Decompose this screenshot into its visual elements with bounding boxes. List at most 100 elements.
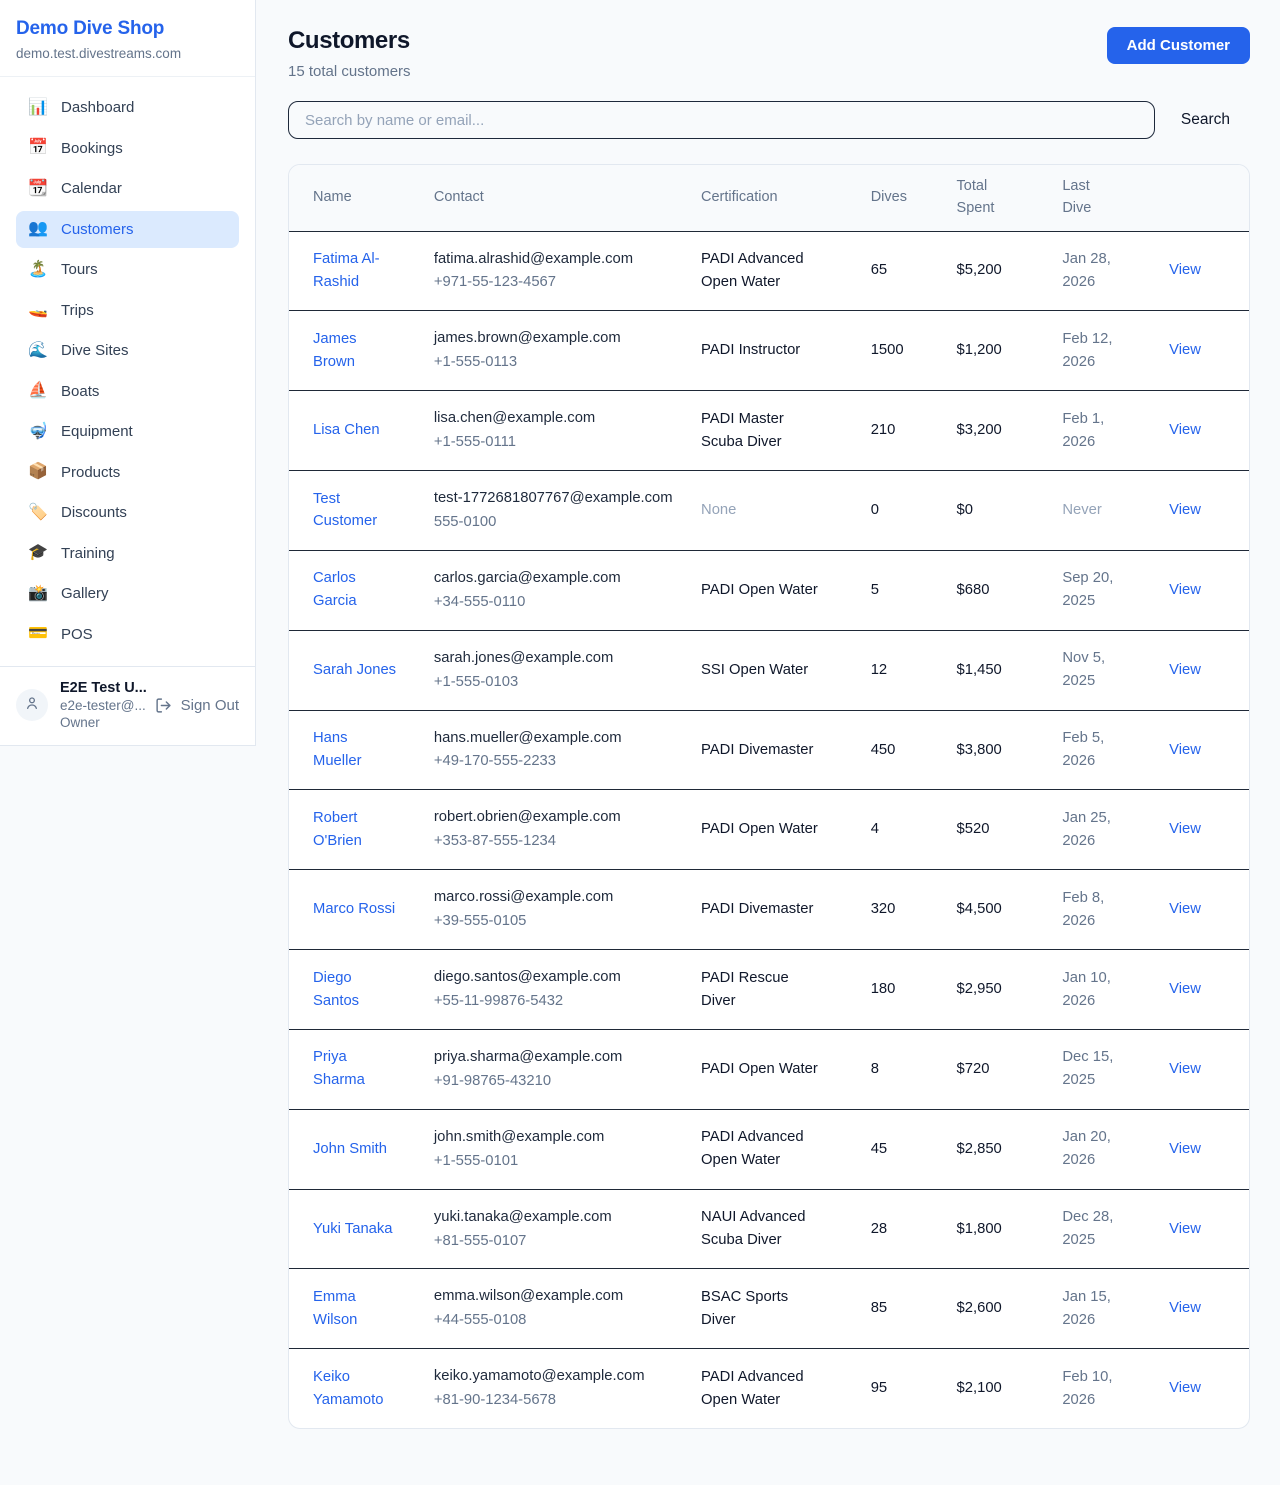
sidebar-item-label: Dive Sites [61, 341, 129, 361]
dive-sites-icon: 🌊 [28, 343, 48, 359]
view-link[interactable]: View [1169, 1300, 1201, 1316]
customer-phone: +971-55-123-4567 [434, 271, 689, 294]
customer-name-link[interactable]: Emma Wilson [313, 1286, 397, 1332]
dives-cell: 5 [871, 550, 957, 630]
sign-out-icon [155, 697, 172, 714]
view-link[interactable]: View [1169, 821, 1201, 837]
contact-cell: diego.santos@example.com +55-11-99876-54… [434, 950, 701, 1030]
customer-name-link[interactable]: Diego Santos [313, 967, 397, 1013]
customer-name-link[interactable]: John Smith [313, 1138, 387, 1161]
customer-name-link[interactable]: Keiko Yamamoto [313, 1366, 397, 1412]
search-input[interactable] [288, 101, 1155, 139]
customer-name-link[interactable]: Fatima Al-Rashid [313, 248, 397, 294]
view-link[interactable]: View [1169, 1221, 1201, 1237]
table-row: Marco Rossi marco.rossi@example.com +39-… [289, 870, 1249, 950]
column-header-contact: Contact [434, 165, 701, 231]
total-spent-cell: $2,850 [957, 1109, 1063, 1189]
sidebar-item-calendar[interactable]: 📆 Calendar [16, 170, 239, 208]
sidebar-item-label: Boats [61, 382, 99, 402]
view-link[interactable]: View [1169, 422, 1201, 438]
column-header-actions [1169, 165, 1249, 231]
dives-cell: 210 [871, 391, 957, 471]
sidebar-item-dashboard[interactable]: 📊 Dashboard [16, 89, 239, 127]
view-link[interactable]: View [1169, 1141, 1201, 1157]
add-customer-button[interactable]: Add Customer [1107, 27, 1250, 64]
customer-name-link[interactable]: Lisa Chen [313, 419, 380, 442]
sidebar-item-label: Tours [61, 260, 98, 280]
sidebar-item-equipment[interactable]: 🤿 Equipment [16, 413, 239, 451]
sidebar-item-trips[interactable]: 🚤 Trips [16, 292, 239, 330]
customer-name-link[interactable]: Robert O'Brien [313, 807, 397, 853]
gallery-icon: 📸 [28, 586, 48, 602]
customer-name-link[interactable]: Carlos Garcia [313, 567, 397, 613]
sidebar-item-label: Gallery [61, 584, 109, 604]
sidebar-item-gallery[interactable]: 📸 Gallery [16, 575, 239, 613]
sidebar-item-label: Dashboard [61, 98, 134, 118]
sidebar-item-label: Discounts [61, 503, 127, 523]
sidebar-item-label: Calendar [61, 179, 122, 199]
dives-cell: 85 [871, 1269, 957, 1349]
customer-phone: 555-0100 [434, 511, 689, 534]
total-spent-cell: $520 [957, 790, 1063, 870]
user-role: Owner [60, 715, 150, 730]
sidebar-item-discounts[interactable]: 🏷️ Discounts [16, 494, 239, 532]
customer-name-link[interactable]: Test Customer [313, 488, 397, 534]
sidebar-item-customers[interactable]: 👥 Customers [16, 211, 239, 249]
customer-phone: +1-555-0101 [434, 1150, 689, 1173]
view-link[interactable]: View [1169, 1380, 1201, 1396]
customer-name-link[interactable]: Hans Mueller [313, 727, 397, 773]
search-button[interactable]: Search [1155, 111, 1250, 129]
customers-icon: 👥 [28, 221, 48, 237]
brand-domain: demo.test.divestreams.com [16, 46, 239, 61]
view-link[interactable]: View [1169, 662, 1201, 678]
sidebar-item-label: Customers [61, 220, 134, 240]
trips-icon: 🚤 [28, 302, 48, 318]
view-link[interactable]: View [1169, 981, 1201, 997]
view-link[interactable]: View [1169, 582, 1201, 598]
user-section: E2E Test U... e2e-tester@... Owner Sign … [0, 666, 255, 745]
contact-cell: hans.mueller@example.com +49-170-555-223… [434, 710, 701, 790]
sidebar-item-training[interactable]: 🎓 Training [16, 535, 239, 573]
dives-cell: 4 [871, 790, 957, 870]
table-row: Carlos Garcia carlos.garcia@example.com … [289, 550, 1249, 630]
customer-email: priya.sharma@example.com [434, 1046, 689, 1069]
sidebar-item-tours[interactable]: 🏝️ Tours [16, 251, 239, 289]
customer-name-link[interactable]: Yuki Tanaka [313, 1218, 393, 1241]
view-link[interactable]: View [1169, 742, 1201, 758]
sidebar-item-bookings[interactable]: 📅 Bookings [16, 130, 239, 168]
dives-cell: 1500 [871, 311, 957, 391]
contact-cell: john.smith@example.com +1-555-0101 [434, 1109, 701, 1189]
view-link[interactable]: View [1169, 502, 1201, 518]
dashboard-icon: 📊 [28, 100, 48, 116]
sidebar-item-products[interactable]: 📦 Products [16, 454, 239, 492]
certification-cell: PADI Open Water [701, 790, 871, 870]
sidebar-item-label: Products [61, 463, 120, 483]
customer-name-link[interactable]: Priya Sharma [313, 1046, 397, 1092]
discounts-icon: 🏷️ [28, 505, 48, 521]
column-header-name: Name [289, 165, 434, 231]
view-link[interactable]: View [1169, 262, 1201, 278]
customer-name-link[interactable]: James Brown [313, 328, 397, 374]
sidebar-item-pos[interactable]: 💳 POS [16, 616, 239, 654]
customer-phone: +81-90-1234-5678 [434, 1389, 689, 1412]
customer-name-link[interactable]: Marco Rossi [313, 898, 395, 921]
dives-cell: 65 [871, 231, 957, 311]
certification-cell: PADI Open Water [701, 550, 871, 630]
dives-cell: 320 [871, 870, 957, 950]
last-dive-cell: Dec 15, 2025 [1062, 1029, 1169, 1109]
customer-name-link[interactable]: Sarah Jones [313, 659, 396, 682]
app-root: Demo Dive Shop demo.test.divestreams.com… [0, 0, 1280, 1457]
view-link[interactable]: View [1169, 342, 1201, 358]
sidebar-item-label: Trips [61, 301, 94, 321]
sidebar-item-dive-sites[interactable]: 🌊 Dive Sites [16, 332, 239, 370]
last-dive-cell: Jan 25, 2026 [1062, 790, 1169, 870]
contact-cell: yuki.tanaka@example.com +81-555-0107 [434, 1189, 701, 1269]
customer-phone: +49-170-555-2233 [434, 750, 689, 773]
search-row: Search [288, 101, 1250, 139]
column-header-dives: Dives [871, 165, 957, 231]
sign-out-button[interactable]: Sign Out [155, 697, 239, 714]
last-dive-cell: Sep 20, 2025 [1062, 550, 1169, 630]
sidebar-item-boats[interactable]: ⛵ Boats [16, 373, 239, 411]
view-link[interactable]: View [1169, 1061, 1201, 1077]
view-link[interactable]: View [1169, 901, 1201, 917]
